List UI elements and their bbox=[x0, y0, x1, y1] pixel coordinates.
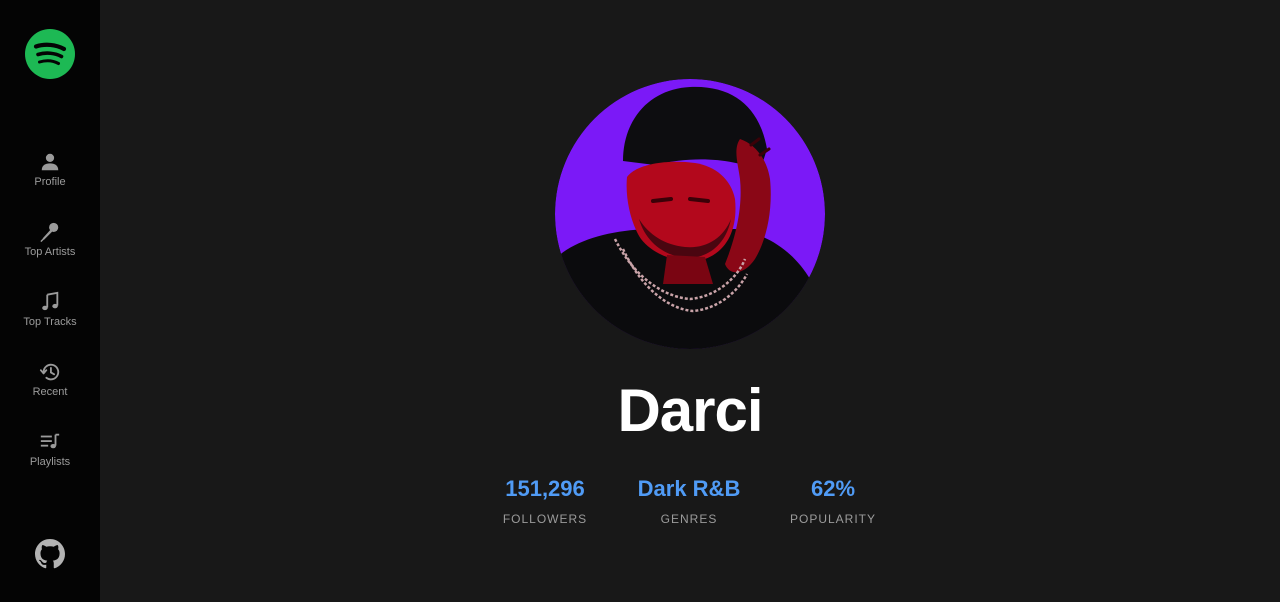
artist-name: Darci bbox=[617, 377, 763, 444]
stat-label: POPULARITY bbox=[789, 512, 877, 526]
sidebar-item-top-artists[interactable]: Top Artists bbox=[0, 221, 100, 281]
stat-value: 151,296 bbox=[505, 476, 585, 501]
github-icon[interactable] bbox=[35, 539, 65, 569]
sidebar: Profile Top Artists Top Tracks Recent Pl… bbox=[0, 0, 100, 602]
stat-genres: Dark R&B GENRES bbox=[629, 476, 749, 526]
spotify-logo-icon[interactable] bbox=[25, 29, 75, 79]
stat-followers: 151,296 FOLLOWERS bbox=[502, 476, 588, 526]
artist-photo[interactable] bbox=[555, 79, 825, 349]
sidebar-item-top-tracks[interactable]: Top Tracks bbox=[0, 291, 100, 351]
stat-value: 62% bbox=[810, 476, 856, 501]
app: Profile Top Artists Top Tracks Recent Pl… bbox=[0, 0, 1280, 602]
music-note-icon bbox=[42, 291, 59, 311]
stat-label: GENRES bbox=[660, 512, 718, 526]
playlist-icon bbox=[40, 433, 60, 449]
sidebar-item-playlists[interactable]: Playlists bbox=[0, 431, 100, 491]
sidebar-item-label: Top Artists bbox=[24, 246, 76, 258]
sidebar-item-recent[interactable]: Recent bbox=[0, 361, 100, 421]
main-content: Darci 151,296 FOLLOWERS Dark R&B GENRES … bbox=[100, 0, 1280, 602]
sidebar-item-profile[interactable]: Profile bbox=[0, 151, 100, 211]
user-icon bbox=[41, 153, 59, 171]
stat-popularity: 62% POPULARITY bbox=[787, 476, 879, 526]
stat-value: Dark R&B bbox=[637, 476, 741, 501]
sidebar-item-label: Playlists bbox=[29, 456, 71, 468]
sidebar-item-label: Profile bbox=[34, 176, 66, 188]
history-icon bbox=[39, 363, 60, 381]
sidebar-item-label: Recent bbox=[32, 386, 68, 398]
sidebar-item-label: Top Tracks bbox=[23, 316, 77, 328]
microphone-icon bbox=[40, 222, 59, 242]
stat-label: FOLLOWERS bbox=[502, 512, 588, 526]
